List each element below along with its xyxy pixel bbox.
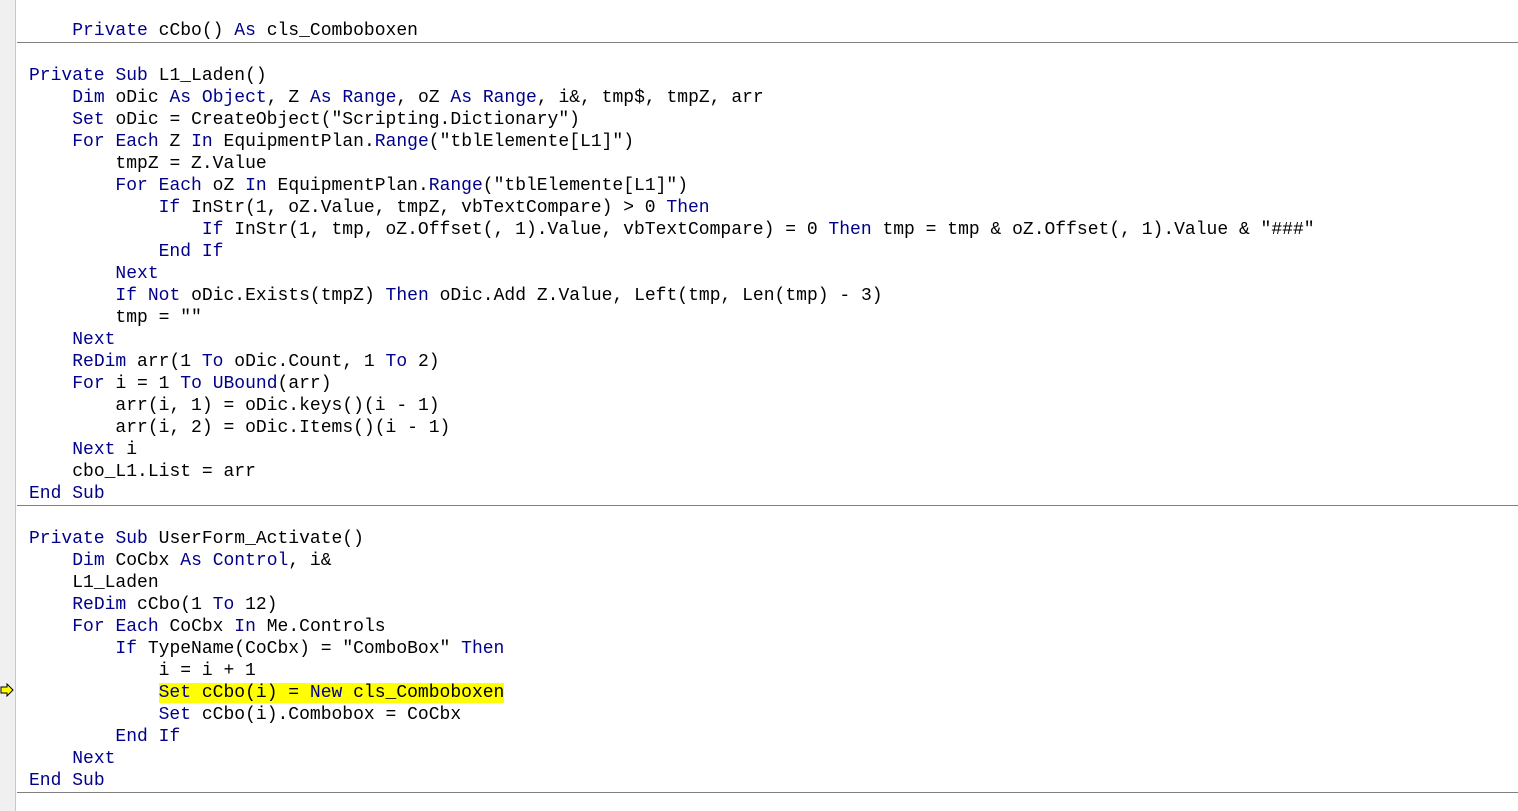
- code-line[interactable]: Dim CoCbx As Control, i&: [17, 550, 1518, 572]
- code-line[interactable]: ReDim cCbo(1 To 12): [17, 594, 1518, 616]
- code-line[interactable]: For Each Z In EquipmentPlan.Range("tblEl…: [17, 131, 1518, 153]
- current-statement-highlight: Set cCbo(i) = New cls_Comboboxen: [158, 683, 505, 703]
- code-line[interactable]: If InStr(1, oZ.Value, tmpZ, vbTextCompar…: [17, 197, 1518, 219]
- code-line[interactable]: Set oDic = CreateObject("Scripting.Dicti…: [17, 109, 1518, 131]
- code-line[interactable]: For Each CoCbx In Me.Controls: [17, 616, 1518, 638]
- code-line[interactable]: ReDim arr(1 To oDic.Count, 1 To 2): [17, 351, 1518, 373]
- code-line[interactable]: Next: [17, 329, 1518, 351]
- code-line[interactable]: For i = 1 To UBound(arr): [17, 373, 1518, 395]
- code-line[interactable]: L1_Laden: [17, 572, 1518, 594]
- code-line[interactable]: Set cCbo(i).Combobox = CoCbx: [17, 704, 1518, 726]
- execution-pointer-arrow-icon: [0, 683, 14, 697]
- code-line[interactable]: End If: [17, 726, 1518, 748]
- code-line[interactable]: arr(i, 1) = oDic.keys()(i - 1): [17, 395, 1518, 417]
- code-line[interactable]: For Each oZ In EquipmentPlan.Range("tblE…: [17, 175, 1518, 197]
- code-line[interactable]: If Not oDic.Exists(tmpZ) Then oDic.Add Z…: [17, 285, 1518, 307]
- code-line[interactable]: Set cCbo(i) = New cls_Comboboxen: [17, 682, 1518, 704]
- code-line[interactable]: arr(i, 2) = oDic.Items()(i - 1): [17, 417, 1518, 439]
- code-line[interactable]: End Sub: [17, 770, 1518, 792]
- code-line[interactable]: cbo_L1.List = arr: [17, 461, 1518, 483]
- code-line[interactable]: [17, 43, 1518, 65]
- code-line[interactable]: If InStr(1, tmp, oZ.Offset(, 1).Value, v…: [17, 219, 1518, 241]
- code-line[interactable]: Private Sub UserForm_Activate(): [17, 528, 1518, 550]
- code-line[interactable]: Next: [17, 748, 1518, 770]
- code-line[interactable]: tmp = "": [17, 307, 1518, 329]
- code-line[interactable]: End Sub: [17, 483, 1518, 505]
- code-line[interactable]: i = i + 1: [17, 660, 1518, 682]
- vba-code-editor[interactable]: Private cCbo() As cls_Comboboxen Private …: [0, 0, 1518, 811]
- code-line[interactable]: If TypeName(CoCbx) = "ComboBox" Then: [17, 638, 1518, 660]
- code-line[interactable]: End If: [17, 241, 1518, 263]
- code-line[interactable]: Next i: [17, 439, 1518, 461]
- code-line[interactable]: Private Sub L1_Laden(): [17, 65, 1518, 87]
- code-line[interactable]: Private cCbo() As cls_Comboboxen: [17, 20, 1518, 42]
- code-pane[interactable]: Private cCbo() As cls_Comboboxen Private …: [17, 20, 1518, 793]
- code-line[interactable]: [17, 506, 1518, 528]
- code-line[interactable]: tmpZ = Z.Value: [17, 153, 1518, 175]
- procedure-separator: [17, 792, 1518, 793]
- code-line[interactable]: Next: [17, 263, 1518, 285]
- code-line[interactable]: Dim oDic As Object, Z As Range, oZ As Ra…: [17, 87, 1518, 109]
